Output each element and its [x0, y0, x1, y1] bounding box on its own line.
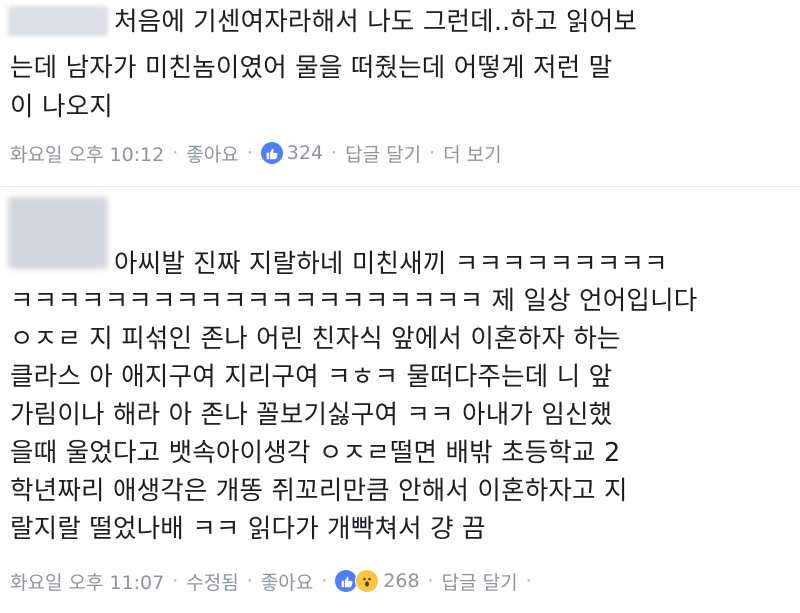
- separator: ·: [321, 570, 328, 592]
- comment-text-line: ㅇㅈㄹ 지 피섞인 존나 어린 친자식 앞에서 이혼하자 하는: [10, 324, 621, 354]
- comment-text-line: 을때 울었다고 뱃속아이생각 ㅇㅈㄹ떨면 배밖 초등학교 2: [10, 438, 621, 468]
- like-link[interactable]: 좋아요: [261, 568, 313, 595]
- separator: ·: [246, 570, 253, 592]
- comment-meta: 화요일 오후 11:07 · 수정됨 · 좋아요 · 268 · 답글 달기 ·: [10, 566, 540, 596]
- comment-text-line: 학년짜리 애생각은 개똥 쥐꼬리만큼 안해서 이혼하자고 지: [10, 476, 628, 506]
- separator: ·: [427, 570, 434, 592]
- avatar[interactable]: [8, 197, 108, 269]
- comment-text-line: 랄지랄 떨었나배 ㅋㅋ 읽다가 개빡쳐서 걍 끔: [10, 514, 486, 544]
- comment-text-line: 클라스 아 애지구여 지리구여 ㅋㅎㅋ 물떠다주는데 니 앞: [10, 362, 613, 392]
- edited-label[interactable]: 수정됨: [186, 568, 238, 595]
- comment-text-line: ㅋㅋㅋㅋㅋㅋㅋㅋㅋㅋㅋㅋㅋㅋㅋㅋㅋㅋㅋㅋ 제 일상 언어입니다: [10, 286, 698, 316]
- separator: ·: [525, 570, 532, 592]
- comment-text-line: 아씨발 진짜 지랄하네 미친새끼 ㅋㅋㅋㅋㅋㅋㅋㅋㅋ: [114, 249, 668, 279]
- comment-2: 아씨발 진짜 지랄하네 미친새끼 ㅋㅋㅋㅋㅋㅋㅋㅋㅋ ㅋㅋㅋㅋㅋㅋㅋㅋㅋㅋㅋㅋㅋ…: [0, 0, 800, 613]
- timestamp[interactable]: 화요일 오후 11:07: [10, 568, 164, 595]
- reply-link[interactable]: 답글 달기: [442, 568, 518, 595]
- thumbs-up-icon[interactable]: [335, 570, 358, 592]
- wow-face-icon[interactable]: [355, 569, 380, 593]
- reaction-count[interactable]: 268: [383, 570, 419, 592]
- separator: ·: [172, 570, 179, 592]
- comment-text-line: 가림이나 해라 아 존나 꼴보기싫구여 ㅋㅋ 아내가 임신했: [10, 400, 613, 430]
